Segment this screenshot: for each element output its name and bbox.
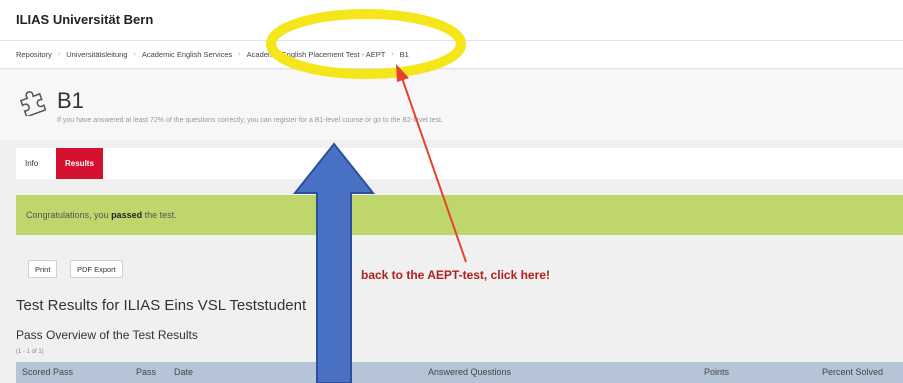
success-message-prefix: Congratulations, you [26, 210, 112, 220]
pass-overview-heading: Pass Overview of the Test Results [16, 328, 198, 342]
top-bar: ILIAS Universität Bern [0, 0, 903, 41]
breadcrumb-item-universitaetsleitung[interactable]: Universitätsleitung [66, 50, 127, 59]
breadcrumb-separator-icon: › [238, 51, 241, 58]
success-message-bold: passed [111, 210, 143, 220]
column-header-answered-questions[interactable]: Answered Questions [428, 367, 511, 377]
success-message: Congratulations, you passed the test. [16, 195, 903, 235]
tab-info[interactable]: Info [16, 148, 47, 179]
column-header-percent-solved[interactable]: Percent Solved [822, 367, 883, 377]
breadcrumb-separator-icon: › [57, 51, 61, 58]
big-up-arrow-icon [292, 142, 376, 383]
breadcrumb-item-repository[interactable]: Repository [16, 50, 52, 59]
results-count: (1 - 1 of 1) [16, 349, 44, 355]
tab-results[interactable]: Results [56, 148, 103, 179]
success-message-suffix: the test. [142, 210, 177, 220]
tab-bar: Info Results [16, 148, 903, 179]
column-header-date[interactable]: Date [174, 367, 193, 377]
breadcrumb-item-academic-english-services[interactable]: Academic English Services [142, 50, 232, 59]
results-heading: Test Results for ILIAS Eins VSL Teststud… [16, 297, 307, 314]
breadcrumb: Repository › Universitätsleitung › Acade… [0, 41, 903, 69]
breadcrumb-separator-icon: › [133, 51, 136, 58]
column-header-pass[interactable]: Pass [136, 367, 156, 377]
page-description: If you have answered at least 72% of the… [57, 117, 443, 124]
page-header-area [0, 70, 903, 140]
brand-title[interactable]: ILIAS Universität Bern [16, 12, 153, 27]
page-title: B1 [57, 88, 84, 113]
annotation-text: back to the AEPT-test, click here! [361, 268, 550, 282]
puzzle-icon [19, 91, 46, 116]
results-table-header: Scored Pass Pass Date Answered Questions… [16, 362, 903, 383]
pdf-export-button[interactable]: PDF Export [70, 260, 123, 278]
print-button[interactable]: Print [28, 260, 58, 278]
breadcrumb-item-b1[interactable]: B1 [400, 50, 409, 59]
column-header-points[interactable]: Points [704, 367, 729, 377]
column-header-scored-pass[interactable]: Scored Pass [22, 367, 73, 377]
breadcrumb-item-aept[interactable]: Academic English Placement Test - AEPT [247, 50, 386, 59]
breadcrumb-separator-icon: › [391, 51, 394, 58]
